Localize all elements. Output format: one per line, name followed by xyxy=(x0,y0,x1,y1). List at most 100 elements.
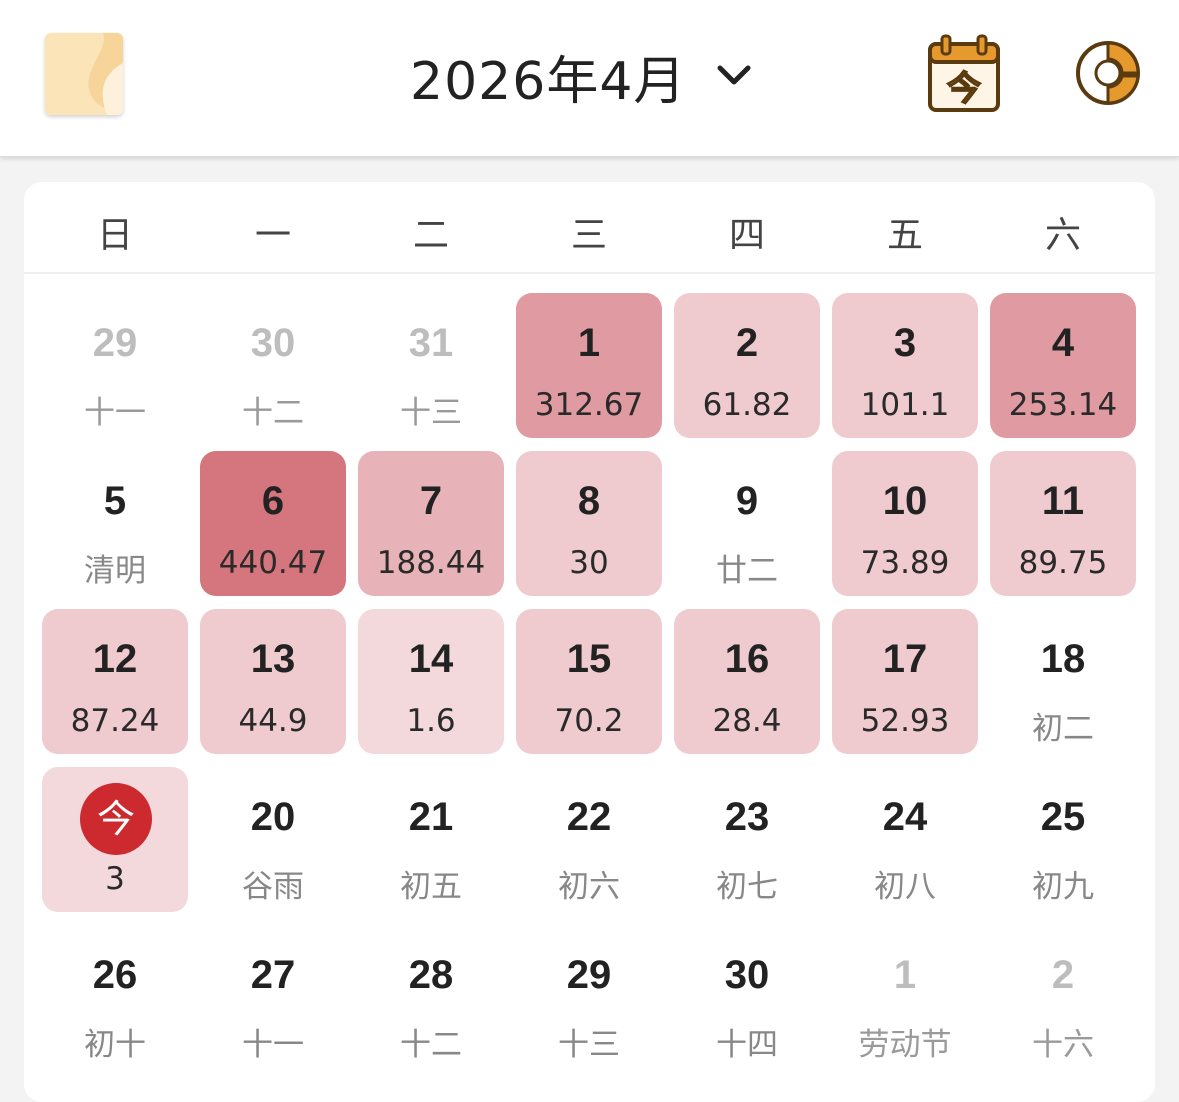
lunar-date: 初七 xyxy=(716,869,778,905)
lunar-date: 初八 xyxy=(874,869,936,905)
lunar-date: 劳动节 xyxy=(858,1027,952,1063)
lunar-date: 十六 xyxy=(1032,1027,1094,1063)
day-cell[interactable]: 24 初八 xyxy=(832,767,978,912)
day-number: 20 xyxy=(250,795,296,839)
day-number: 18 xyxy=(1040,637,1086,681)
day-cell[interactable]: 25 初九 xyxy=(990,767,1136,912)
day-cell[interactable]: 27 十一 xyxy=(200,925,346,1070)
weekday-sat: 六 xyxy=(1044,215,1081,256)
lunar-date: 十二 xyxy=(242,395,304,431)
weekday-fri: 五 xyxy=(886,215,923,256)
day-cell[interactable]: 30 十二 xyxy=(200,293,346,438)
day-number: 22 xyxy=(566,795,612,839)
day-cell[interactable]: 7 188.44 xyxy=(358,451,504,596)
day-cell[interactable]: 3 101.1 xyxy=(832,293,978,438)
day-number: 26 xyxy=(92,953,138,997)
day-cell[interactable]: 20 谷雨 xyxy=(200,767,346,912)
day-cell[interactable]: 17 52.93 xyxy=(832,609,978,754)
day-cell[interactable]: 4 253.14 xyxy=(990,293,1136,438)
lunar-date: 初十 xyxy=(84,1027,146,1063)
day-cell[interactable]: 30 十四 xyxy=(674,925,820,1070)
day-cell[interactable]: 10 73.89 xyxy=(832,451,978,596)
lunar-date: 十一 xyxy=(84,395,146,431)
lunar-date: 初九 xyxy=(1032,869,1094,905)
day-amount: 89.75 xyxy=(1018,545,1108,581)
day-number: 17 xyxy=(882,637,928,681)
day-cell[interactable]: 14 1.6 xyxy=(358,609,504,754)
today-badge: 今 xyxy=(80,783,152,855)
day-cell[interactable]: 8 30 xyxy=(516,451,662,596)
month-title: 2026年4月 xyxy=(410,51,687,112)
day-number: 10 xyxy=(882,479,928,523)
day-cell[interactable]: 9 廿二 xyxy=(674,451,820,596)
day-amount: 44.9 xyxy=(238,703,308,739)
day-number: 2 xyxy=(735,321,759,365)
day-amount: 28.4 xyxy=(712,703,782,739)
day-cell[interactable]: 2 十六 xyxy=(990,925,1136,1070)
day-number: 29 xyxy=(92,321,138,365)
day-cell[interactable]: 16 28.4 xyxy=(674,609,820,754)
day-cell-today[interactable]: 今3 xyxy=(42,767,188,912)
day-cell[interactable]: 28 十二 xyxy=(358,925,504,1070)
weekday-header: 日 一 二 三 四 五 六 xyxy=(24,182,1155,274)
day-cell[interactable]: 5 清明 xyxy=(42,451,188,596)
day-cell[interactable]: 26 初十 xyxy=(42,925,188,1070)
day-number: 14 xyxy=(408,637,454,681)
day-number: 21 xyxy=(408,795,454,839)
day-cell[interactable]: 18 初二 xyxy=(990,609,1136,754)
day-cell[interactable]: 1 劳动节 xyxy=(832,925,978,1070)
day-cell[interactable]: 1 312.67 xyxy=(516,293,662,438)
lunar-date: 十四 xyxy=(716,1027,778,1063)
lunar-date: 十一 xyxy=(242,1027,304,1063)
day-amount: 440.47 xyxy=(218,545,328,581)
day-cell[interactable]: 29 十一 xyxy=(42,293,188,438)
weekday-sun: 日 xyxy=(96,215,133,256)
day-amount: 70.2 xyxy=(554,703,624,739)
day-number: 9 xyxy=(735,479,759,523)
day-number: 24 xyxy=(882,795,928,839)
lunar-date: 清明 xyxy=(84,553,146,589)
day-number: 25 xyxy=(1040,795,1086,839)
day-number: 4 xyxy=(1051,321,1075,365)
statistics-chart-icon[interactable] xyxy=(1072,36,1144,110)
day-cell[interactable]: 12 87.24 xyxy=(42,609,188,754)
day-amount: 312.67 xyxy=(534,387,644,423)
day-cell[interactable]: 23 初七 xyxy=(674,767,820,912)
day-number: 8 xyxy=(577,479,601,523)
day-cell[interactable]: 2 61.82 xyxy=(674,293,820,438)
weekday-mon: 一 xyxy=(254,215,291,256)
weekday-wed: 三 xyxy=(570,215,607,256)
lunar-date: 廿二 xyxy=(716,553,778,589)
month-picker[interactable]: 2026年4月 xyxy=(400,40,780,112)
day-cell[interactable]: 13 44.9 xyxy=(200,609,346,754)
day-number: 31 xyxy=(408,321,454,365)
day-number: 28 xyxy=(408,953,454,997)
day-number: 1 xyxy=(577,321,601,365)
day-cell[interactable]: 21 初五 xyxy=(358,767,504,912)
calendar-card: 日 一 二 三 四 五 六 29 十一 30 十二 31 十三 1 312.67 2 61.82 3… xyxy=(24,182,1155,1102)
day-cell[interactable]: 15 70.2 xyxy=(516,609,662,754)
day-number: 1 xyxy=(893,953,917,997)
day-amount: 61.82 xyxy=(702,387,792,423)
day-cell[interactable]: 6 440.47 xyxy=(200,451,346,596)
day-cell[interactable]: 11 89.75 xyxy=(990,451,1136,596)
lunar-date: 十三 xyxy=(558,1027,620,1063)
lunar-date: 十二 xyxy=(400,1027,462,1063)
day-amount: 101.1 xyxy=(860,387,950,423)
svg-text:今: 今 xyxy=(947,69,981,109)
day-cell[interactable]: 22 初六 xyxy=(516,767,662,912)
day-cell[interactable]: 31 十三 xyxy=(358,293,504,438)
day-number: 6 xyxy=(261,479,285,523)
day-number: 7 xyxy=(419,479,443,523)
top-app-bar: 2026年4月 今 xyxy=(0,0,1179,157)
day-number: 13 xyxy=(250,637,296,681)
day-number: 11 xyxy=(1041,479,1085,523)
lunar-date: 初五 xyxy=(400,869,462,905)
day-amount: 1.6 xyxy=(406,703,456,739)
day-number: 30 xyxy=(250,321,296,365)
today-calendar-icon[interactable]: 今 xyxy=(926,34,1002,114)
day-number: 27 xyxy=(250,953,296,997)
day-cell[interactable]: 29 十三 xyxy=(516,925,662,1070)
day-number: 15 xyxy=(566,637,612,681)
app-logo-icon[interactable] xyxy=(45,33,123,115)
